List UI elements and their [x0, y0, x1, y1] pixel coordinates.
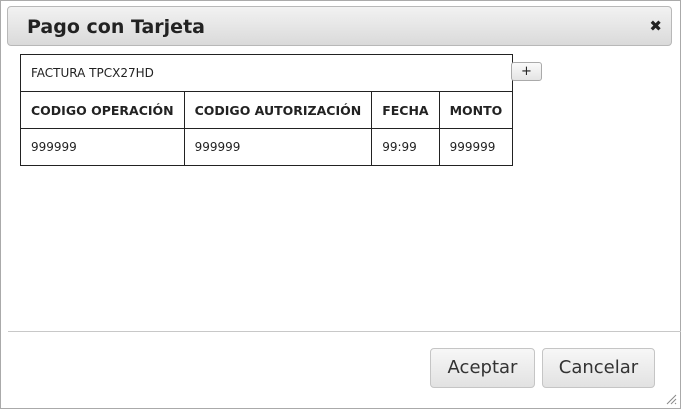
- payment-dialog: Pago con Tarjeta ✖ FACTURA TPCX27HD CODI…: [0, 0, 681, 409]
- accept-button[interactable]: Aceptar: [430, 348, 535, 388]
- cell-fecha: 99:99: [371, 128, 440, 166]
- footer-divider: [8, 331, 681, 332]
- table-header-row: CODIGO OPERACIÓN CODIGO AUTORIZACIÓN FEC…: [20, 91, 514, 129]
- cell-monto: 999999: [438, 128, 514, 166]
- payment-table: FACTURA TPCX27HD CODIGO OPERACIÓN CODIGO…: [19, 54, 514, 166]
- header-codigo-operacion: CODIGO OPERACIÓN: [20, 91, 185, 129]
- dialog-title: Pago con Tarjeta: [27, 16, 205, 38]
- factura-label: FACTURA TPCX27HD: [19, 54, 514, 92]
- header-codigo-autorizacion: CODIGO AUTORIZACIÓN: [183, 91, 373, 129]
- close-icon[interactable]: ✖: [649, 17, 662, 35]
- cell-codigo-operacion: 999999: [20, 128, 185, 166]
- dialog-titlebar[interactable]: Pago con Tarjeta ✖: [7, 6, 672, 46]
- table-row: 999999 999999 99:99 999999: [20, 128, 514, 166]
- add-button[interactable]: +: [511, 62, 542, 81]
- factura-row: FACTURA TPCX27HD: [19, 54, 514, 92]
- cell-codigo-autorizacion: 999999: [183, 128, 373, 166]
- resize-grip-icon[interactable]: [666, 394, 677, 405]
- header-monto: MONTO: [438, 91, 514, 129]
- header-fecha: FECHA: [371, 91, 440, 129]
- cancel-button[interactable]: Cancelar: [542, 348, 655, 388]
